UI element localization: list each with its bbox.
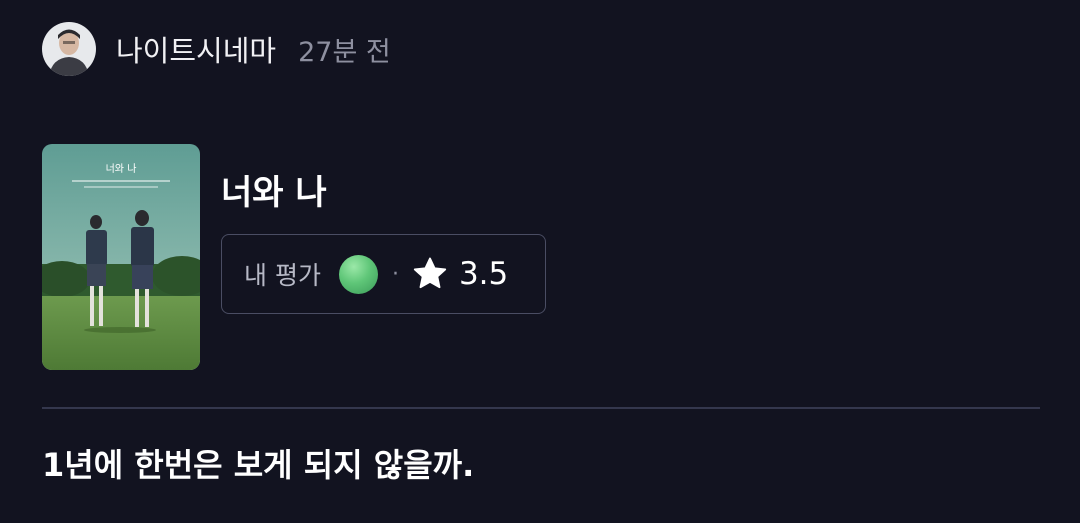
post-header: 나이트시네마 27분 전 <box>42 22 391 76</box>
rating-value: 3.5 <box>458 256 509 292</box>
my-rating-box[interactable]: 내 평가 · 3.5 <box>221 234 546 314</box>
post-timestamp: 27분 전 <box>298 36 391 68</box>
review-text: 1년에 한번은 보게 되지 않을까. <box>42 446 475 484</box>
reaction-indicator <box>338 254 378 294</box>
my-rating-label: 내 평가 <box>244 261 321 290</box>
movie-poster[interactable]: 너와 나 <box>42 144 200 370</box>
poster-title: 너와 나 <box>106 163 137 175</box>
divider <box>42 407 1040 409</box>
movie-title[interactable]: 너와 나 <box>221 165 327 214</box>
star-icon <box>413 257 447 289</box>
separator-dot: · <box>391 261 399 287</box>
username[interactable]: 나이트시네마 <box>116 28 276 70</box>
user-avatar[interactable] <box>42 22 96 76</box>
